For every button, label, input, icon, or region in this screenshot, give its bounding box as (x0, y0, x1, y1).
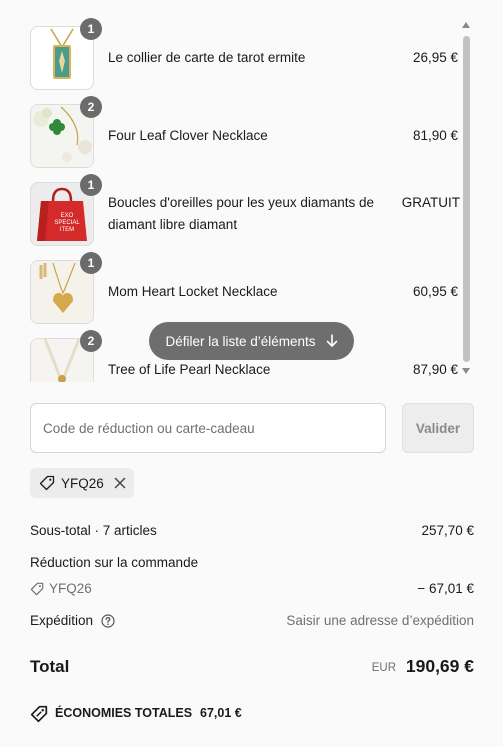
order-discount-label: Réduction sur la commande (30, 555, 199, 570)
help-icon[interactable] (101, 614, 115, 628)
applied-code: YFQ26 (61, 475, 104, 491)
discount-value: − 67,01 € (417, 581, 474, 596)
list-scrollbar[interactable] (460, 20, 472, 378)
item-price: 87,90 € (412, 362, 458, 377)
quantity-badge: 2 (80, 330, 102, 352)
bag-label: EXO SPECIAL ITEM (54, 213, 80, 233)
savings-label: ÉCONOMIES TOTALES (55, 706, 193, 720)
scroll-items-button[interactable]: Défiler la liste d’éléments (149, 322, 354, 360)
discount-code-label: YFQ26 (49, 581, 92, 596)
applied-discount-chip: YFQ26 (30, 468, 134, 498)
remove-code-close-icon[interactable] (112, 475, 128, 491)
subtotal-row: Sous-total · 7 articles 257,70 € (30, 521, 474, 541)
scroll-up-arrow-icon[interactable] (462, 22, 470, 28)
tag-icon (39, 475, 55, 491)
savings-value: 67,01 € (200, 706, 242, 720)
item-price: 81,90 € (412, 128, 458, 143)
quantity-badge: 2 (80, 96, 102, 118)
order-discount-row: Réduction sur la commande (30, 553, 474, 573)
quantity-badge: 1 (80, 252, 102, 274)
total-row: Total EUR 190,69 € (30, 655, 474, 681)
list-item: 1 Mom Heart Locket Necklace 60,95 € (30, 252, 470, 324)
scroll-down-arrow-icon[interactable] (462, 368, 470, 374)
subtotal-value: 257,70 € (421, 523, 474, 538)
item-name: Tree of Life Pearl Necklace (108, 362, 271, 377)
savings-tag-icon (30, 705, 48, 723)
discount-code-row: YFQ26 − 67,01 € (30, 579, 474, 599)
currency-code: EUR (371, 662, 396, 674)
shipping-label: Expédition (30, 613, 94, 628)
shipping-row: Expédition Saisir une adresse d’expéditi… (30, 611, 474, 631)
list-item: 1 Le collier de carte de tarot ermite 26… (30, 18, 470, 90)
arrow-down-icon (326, 334, 337, 347)
item-price: 60,95 € (412, 284, 458, 299)
shipping-value: Saisir une adresse d’expédition (286, 613, 474, 628)
subtotal-label: Sous-total · 7 articles (30, 523, 157, 538)
list-item: 2 Four Leaf Clover Necklace 81,90 € (30, 96, 470, 168)
item-price: GRATUIT (401, 195, 460, 210)
total-value: 190,69 € (405, 656, 474, 676)
list-item: EXO SPECIAL ITEM 1 Boucles d'oreilles po… (30, 174, 470, 246)
apply-discount-button[interactable]: Valider (402, 403, 474, 453)
item-name: Mom Heart Locket Necklace (108, 284, 278, 299)
item-name: Le collier de carte de tarot ermite (108, 50, 306, 65)
discount-code-input[interactable] (30, 403, 386, 453)
item-name: Four Leaf Clover Necklace (108, 128, 268, 143)
scroll-thumb[interactable] (463, 36, 470, 362)
quantity-badge: 1 (80, 18, 102, 40)
item-name: Boucles d'oreilles pour les yeux diamant… (108, 195, 374, 232)
item-price: 26,95 € (412, 50, 458, 65)
quantity-badge: 1 (80, 174, 102, 196)
scroll-items-label: Défiler la liste d’éléments (165, 333, 316, 349)
tag-icon (30, 582, 44, 596)
total-label: Total (30, 657, 70, 676)
